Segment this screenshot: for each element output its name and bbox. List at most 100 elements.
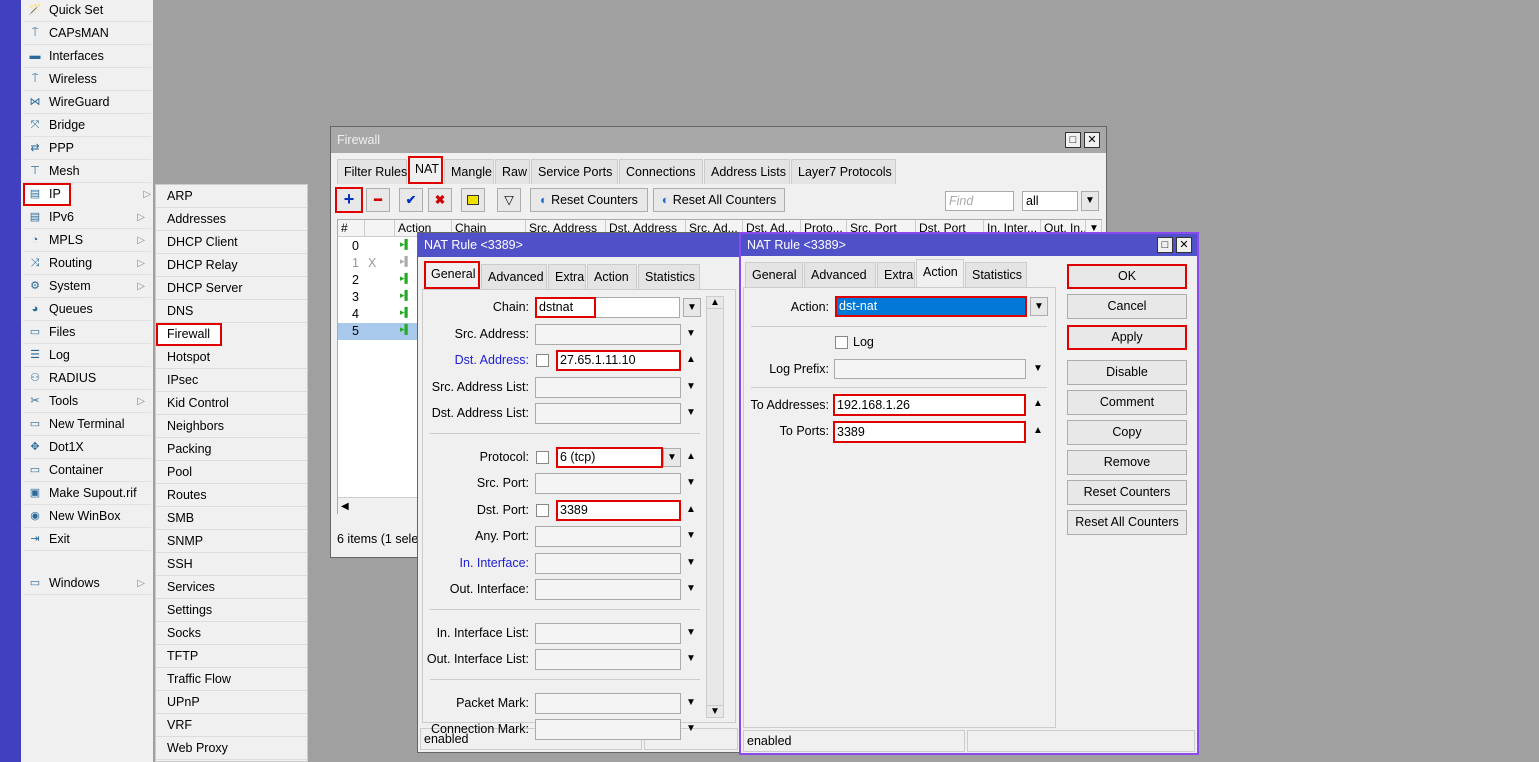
- reset-all-counters-button[interactable]: Reset All Counters: [1067, 510, 1187, 535]
- menu-item-wireless[interactable]: ⍑ Wireless: [23, 68, 151, 91]
- expand-field-icon[interactable]: ▼: [686, 627, 696, 638]
- expand-field-icon[interactable]: ▼: [686, 557, 696, 568]
- add-button[interactable]: +: [335, 187, 363, 213]
- field-input[interactable]: 3389: [556, 499, 681, 521]
- submenu-item-vrf[interactable]: VRF: [156, 714, 307, 737]
- remove-button[interactable]: Remove: [1067, 450, 1187, 475]
- submenu-item-firewall[interactable]: Firewall: [156, 323, 222, 346]
- expand-field-icon[interactable]: ▼: [686, 328, 696, 339]
- dropdown-icon[interactable]: ▼: [1081, 191, 1099, 211]
- negate-checkbox[interactable]: [536, 503, 549, 517]
- submenu-item-dhcp-relay[interactable]: DHCP Relay: [156, 254, 307, 277]
- remove-button[interactable]: ━: [366, 188, 390, 212]
- reset-counters-button[interactable]: ◐ Reset Counters: [530, 188, 648, 212]
- menu-item-new-winbox[interactable]: ◉ New WinBox: [23, 505, 151, 528]
- add-field-icon[interactable]: ▲: [686, 354, 696, 365]
- add-field-icon[interactable]: ▲: [686, 451, 696, 462]
- comment-button[interactable]: [461, 188, 485, 212]
- menu-item-ppp[interactable]: ⇄ PPP: [23, 137, 151, 160]
- field-input[interactable]: [535, 649, 681, 670]
- submenu-item-dns[interactable]: DNS: [156, 300, 307, 323]
- submenu-item-arp[interactable]: ARP: [156, 185, 307, 208]
- menu-item-radius[interactable]: ⚇ RADIUS: [23, 367, 151, 390]
- menu-item-bridge[interactable]: ⤧ Bridge: [23, 114, 151, 137]
- field-input[interactable]: [535, 622, 681, 644]
- expand-field-icon[interactable]: ▼: [686, 477, 696, 488]
- submenu-item-routes[interactable]: Routes: [156, 484, 307, 507]
- menu-item-mpls[interactable]: ◔ MPLS ▷: [23, 229, 151, 252]
- dropdown-icon[interactable]: ▼: [1033, 363, 1043, 374]
- field-input[interactable]: [535, 719, 681, 740]
- disable-button[interactable]: ✖: [428, 188, 452, 212]
- tab-extra[interactable]: Extra: [548, 264, 586, 289]
- submenu-item-snmp[interactable]: SNMP: [156, 530, 307, 553]
- tab-layer7-protocols[interactable]: Layer7 Protocols: [791, 159, 896, 184]
- submenu-item-upnp[interactable]: UPnP: [156, 691, 307, 714]
- negate-checkbox[interactable]: [536, 354, 549, 367]
- dropdown-icon[interactable]: ▼: [663, 447, 681, 467]
- log-checkbox[interactable]: [835, 336, 848, 349]
- menu-item-quick-set[interactable]: 🪄 Quick Set: [23, 0, 151, 22]
- tab-service-ports[interactable]: Service Ports: [531, 159, 618, 184]
- menu-item-routing[interactable]: ⤨ Routing ▷: [23, 252, 151, 275]
- submenu-item-pool[interactable]: Pool: [156, 461, 307, 484]
- tab-general[interactable]: General: [745, 262, 803, 287]
- tab-connections[interactable]: Connections: [619, 159, 703, 184]
- dropdown-icon[interactable]: ▼: [683, 298, 701, 317]
- submenu-item-socks[interactable]: Socks: [156, 622, 307, 645]
- tab-statistics[interactable]: Statistics: [638, 264, 700, 289]
- menu-item-container[interactable]: ▭ Container: [23, 459, 151, 482]
- expand-field-icon[interactable]: ▼: [686, 653, 696, 664]
- submenu-item-settings[interactable]: Settings: [156, 599, 307, 622]
- menu-item-exit[interactable]: ⇥ Exit: [23, 528, 151, 551]
- submenu-item-packing[interactable]: Packing: [156, 438, 307, 461]
- field-input[interactable]: 27.65.1.11.10: [556, 350, 681, 371]
- maximize-icon[interactable]: □: [1157, 237, 1173, 253]
- add-field-icon[interactable]: ▲: [686, 504, 696, 515]
- vertical-scrollbar[interactable]: ▲ ▼: [706, 296, 724, 718]
- ok-button[interactable]: OK: [1067, 264, 1187, 289]
- enable-button[interactable]: ✔: [399, 188, 423, 212]
- disable-button[interactable]: Disable: [1067, 360, 1187, 385]
- tab-extra[interactable]: Extra: [877, 262, 915, 287]
- menu-item-interfaces[interactable]: ▬ Interfaces: [23, 45, 151, 68]
- menu-item-ipv6[interactable]: ▤ IPv6 ▷: [23, 206, 151, 229]
- reset-all-counters-button[interactable]: ◐ Reset All Counters: [653, 188, 785, 212]
- expand-field-icon[interactable]: ▼: [686, 723, 696, 734]
- field-input[interactable]: [535, 323, 681, 345]
- menu-item-queues[interactable]: ◕ Queues: [23, 298, 151, 321]
- menu-item-dot1x[interactable]: ✥ Dot1X: [23, 436, 151, 459]
- dropdown-icon[interactable]: ▼: [1030, 297, 1048, 316]
- to-addresses-input[interactable]: 192.168.1.26: [833, 394, 1026, 416]
- menu-item-system[interactable]: ⚙ System ▷: [23, 275, 151, 298]
- apply-button[interactable]: Apply: [1067, 325, 1187, 350]
- field-input[interactable]: [535, 376, 681, 398]
- negate-checkbox[interactable]: [536, 450, 549, 464]
- column-header[interactable]: #: [338, 220, 365, 237]
- submenu-item-ipsec[interactable]: IPsec: [156, 369, 307, 392]
- tab-mangle[interactable]: Mangle: [444, 159, 494, 184]
- tab-action[interactable]: Action: [587, 264, 637, 289]
- log-prefix-input[interactable]: [834, 359, 1026, 379]
- close-icon[interactable]: ✕: [1176, 237, 1192, 253]
- add-field-icon[interactable]: ▲: [1033, 398, 1043, 409]
- copy-button[interactable]: Copy: [1067, 420, 1187, 445]
- tab-advanced[interactable]: Advanced: [481, 264, 547, 289]
- submenu-item-services[interactable]: Services: [156, 576, 307, 599]
- tab-address-lists[interactable]: Address Lists: [704, 159, 790, 184]
- action-select[interactable]: dst-nat: [835, 296, 1027, 317]
- menu-item-make-supout-rif[interactable]: ▣ Make Supout.rif: [23, 482, 151, 505]
- tab-filter-rules[interactable]: Filter Rules: [337, 159, 407, 184]
- menu-item-capsman[interactable]: ⍑ CAPsMAN: [23, 22, 151, 45]
- field-input[interactable]: [535, 473, 681, 494]
- expand-field-icon[interactable]: ▼: [686, 530, 696, 541]
- tab-raw[interactable]: Raw: [495, 159, 530, 184]
- expand-field-icon[interactable]: ▼: [686, 407, 696, 418]
- tab-statistics[interactable]: Statistics: [965, 262, 1027, 287]
- submenu-item-tftp[interactable]: TFTP: [156, 645, 307, 668]
- maximize-icon[interactable]: □: [1065, 132, 1081, 148]
- expand-field-icon[interactable]: ▼: [686, 697, 696, 708]
- filter-select[interactable]: all: [1022, 191, 1078, 211]
- submenu-item-neighbors[interactable]: Neighbors: [156, 415, 307, 438]
- tab-advanced[interactable]: Advanced: [804, 262, 876, 287]
